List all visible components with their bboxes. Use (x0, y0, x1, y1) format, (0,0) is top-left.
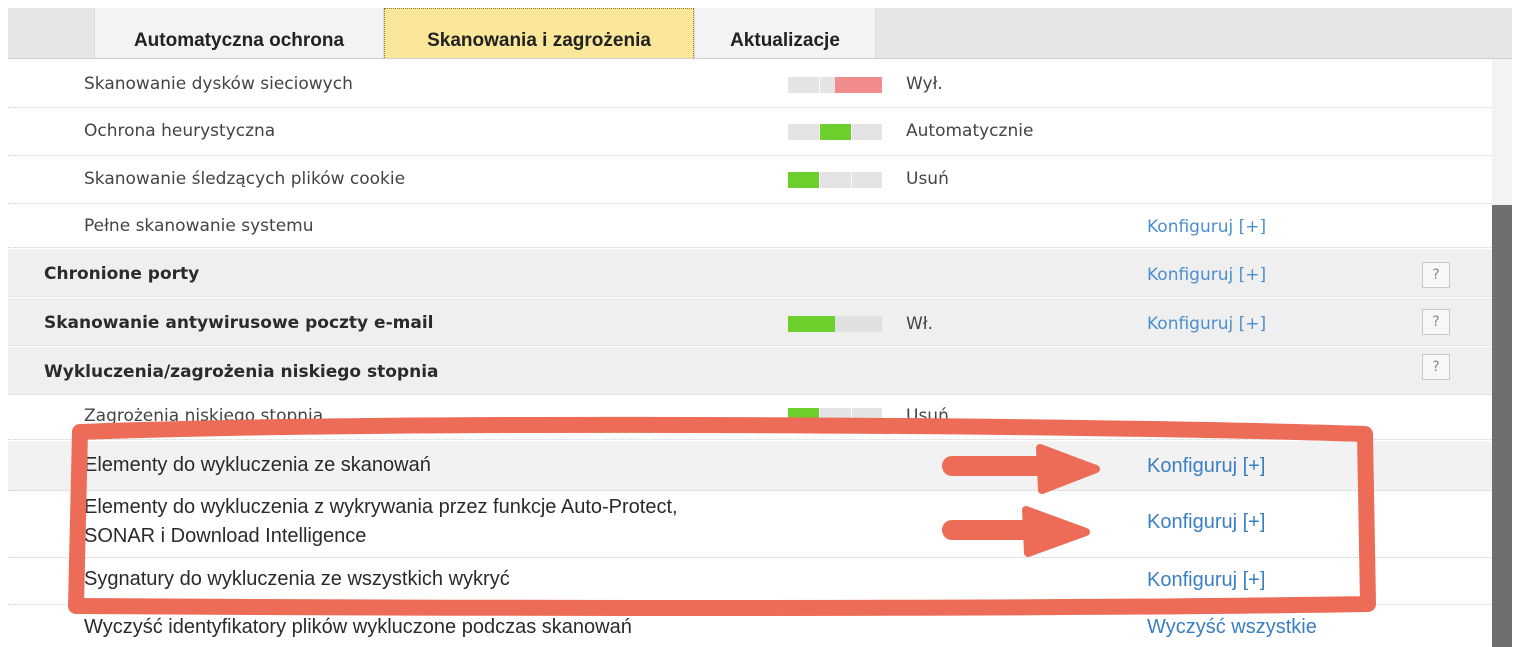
setting-label-line2: SONAR i Download Intelligence (84, 525, 367, 547)
configure-link[interactable]: Konfiguruj [+] (1147, 217, 1266, 237)
settings-row-autoprotect-exclusions: Elementy do wykluczenia z wykrywania prz… (8, 492, 1492, 558)
setting-status: Wył. (906, 74, 943, 94)
configure-link[interactable]: Konfiguruj [+] (1147, 511, 1265, 534)
settings-row-heuristic: Ochrona heurystyczna Automatycznie (8, 108, 1492, 156)
settings-row-full-scan: Pełne skanowanie systemu Konfiguruj [+] (8, 204, 1492, 248)
configure-link[interactable]: Konfiguruj [+] (1147, 455, 1265, 478)
tab-scans-and-threats[interactable]: Skanowania i zagrożenia (384, 8, 694, 58)
settings-row-network-drives: Skanowanie dysków sieciowych Wył. (8, 62, 1492, 108)
help-icon[interactable]: ? (1422, 309, 1450, 335)
network-drives-toggle[interactable] (788, 77, 882, 93)
heuristic-toggle[interactable] (788, 124, 882, 140)
setting-label-line1: Elementy do wykluczenia z wykrywania prz… (84, 496, 678, 518)
help-icon[interactable]: ? (1422, 354, 1450, 380)
setting-label: Pełne skanowanie systemu (84, 216, 314, 236)
settings-row-signature-exclusions: Sygnatury do wykluczenia ze wszystkich w… (8, 559, 1492, 605)
settings-row-low-risk: Zagrożenia niskiego stopnia Usuń (8, 396, 1492, 440)
setting-status: Usuń (906, 169, 949, 189)
settings-row-clear-file-ids: Wyczyść identyfikatory plików wykluczone… (8, 606, 1492, 647)
settings-row-scan-exclusions: Elementy do wykluczenia ze skanowań Konf… (8, 441, 1492, 491)
scrollbar-thumb[interactable] (1492, 205, 1512, 647)
section-protected-ports: Chronione porty Konfiguruj [+] ? (8, 249, 1492, 297)
setting-label: Elementy do wykluczenia ze skanowań (84, 454, 431, 476)
setting-status: Automatycznie (906, 121, 1034, 141)
cookies-toggle[interactable] (788, 172, 882, 188)
configure-link[interactable]: Konfiguruj [+] (1147, 569, 1265, 592)
setting-label: Ochrona heurystyczna (84, 121, 276, 141)
tab-automatic-protection[interactable]: Automatyczna ochrona (94, 8, 384, 58)
setting-label: Sygnatury do wykluczenia ze wszystkich w… (84, 568, 510, 590)
section-title: Skanowanie antywirusowe poczty e-mail (44, 313, 434, 333)
section-title: Wykluczenia/zagrożenia niskiego stopnia (44, 362, 439, 382)
email-scan-toggle[interactable] (788, 316, 882, 332)
section-exclusions: Wykluczenia/zagrożenia niskiego stopnia … (8, 347, 1492, 395)
section-title: Chronione porty (44, 264, 200, 284)
tab-bar: Automatyczna ochrona Skanowania i zagroż… (8, 8, 1512, 59)
configure-link[interactable]: Konfiguruj [+] (1147, 265, 1266, 285)
settings-row-tracking-cookies: Skanowanie śledzących plików cookie Usuń (8, 156, 1492, 204)
low-risk-toggle[interactable] (788, 408, 882, 424)
tab-updates[interactable]: Aktualizacje (694, 8, 876, 58)
help-icon[interactable]: ? (1422, 262, 1450, 288)
section-email-scan: Skanowanie antywirusowe poczty e-mail Wł… (8, 298, 1492, 346)
setting-label: Skanowanie dysków sieciowych (84, 74, 353, 94)
setting-label: Wyczyść identyfikatory plików wykluczone… (84, 616, 632, 638)
setting-status: Usuń (906, 406, 949, 426)
setting-status: Wł. (906, 314, 934, 334)
setting-label: Skanowanie śledzących plików cookie (84, 169, 406, 189)
setting-label: Zagrożenia niskiego stopnia (84, 406, 324, 426)
clear-all-link[interactable]: Wyczyść wszystkie (1147, 616, 1317, 639)
configure-link[interactable]: Konfiguruj [+] (1147, 314, 1266, 334)
